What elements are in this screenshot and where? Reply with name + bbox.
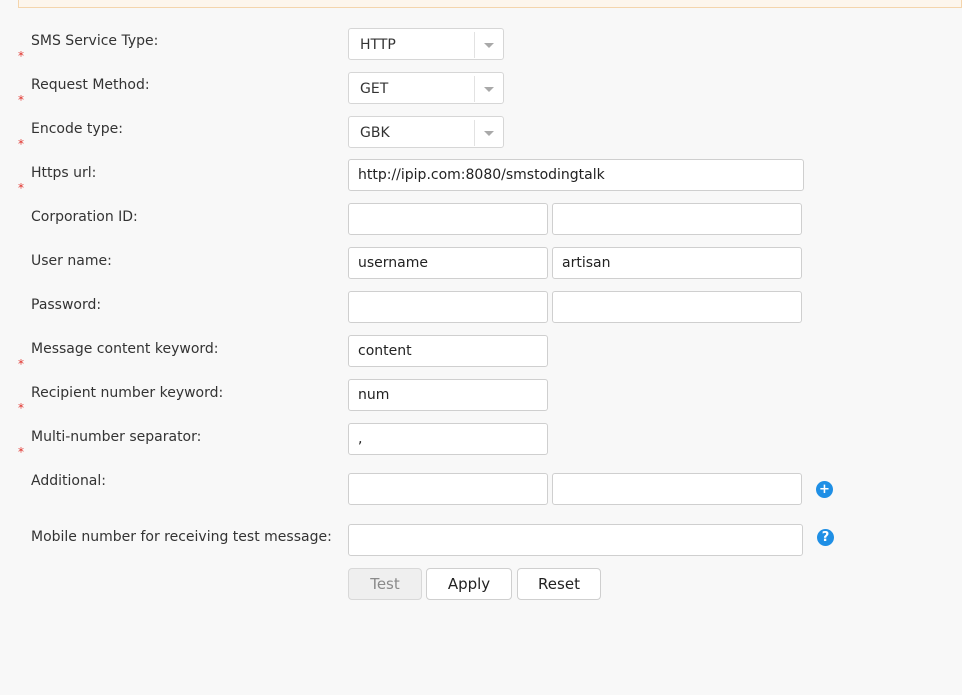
https-url-label: Https url: xyxy=(31,165,97,181)
encode-type-value: GBK xyxy=(360,125,390,141)
chevron-down-icon[interactable] xyxy=(484,43,494,48)
sms-service-type-select[interactable]: HTTP xyxy=(348,28,504,60)
required-marker: * xyxy=(18,93,24,107)
required-marker: * xyxy=(18,445,24,459)
plus-circle-icon[interactable]: + xyxy=(816,481,833,498)
recipient-keyword-input[interactable] xyxy=(348,379,548,411)
required-marker: * xyxy=(18,357,24,371)
user-name-label: User name: xyxy=(31,253,112,269)
password-label: Password: xyxy=(31,297,102,313)
corporation-id-label: Corporation ID: xyxy=(31,209,138,225)
request-method-select[interactable]: GET xyxy=(348,72,504,104)
additional-label: Additional: xyxy=(31,473,106,489)
additional-value-input[interactable] xyxy=(552,473,802,505)
password-key-input[interactable] xyxy=(348,291,548,323)
additional-key-input[interactable] xyxy=(348,473,548,505)
separator-label: Multi-number separator: xyxy=(31,429,202,445)
corporation-id-key-input[interactable] xyxy=(348,203,548,235)
test-button[interactable]: Test xyxy=(348,568,422,600)
password-value-input[interactable] xyxy=(552,291,802,323)
chevron-down-icon[interactable] xyxy=(484,131,494,136)
required-marker: * xyxy=(18,181,24,195)
required-marker: * xyxy=(18,49,24,63)
notice-banner xyxy=(18,0,962,8)
message-keyword-input[interactable] xyxy=(348,335,548,367)
corporation-id-value-input[interactable] xyxy=(552,203,802,235)
test-mobile-input[interactable] xyxy=(348,524,803,556)
encode-type-label: Encode type: xyxy=(31,121,123,137)
select-divider xyxy=(474,32,475,58)
request-method-label: Request Method: xyxy=(31,77,150,93)
user-name-key-input[interactable] xyxy=(348,247,548,279)
request-method-value: GET xyxy=(360,81,389,97)
apply-button[interactable]: Apply xyxy=(426,568,512,600)
required-marker: * xyxy=(18,401,24,415)
recipient-keyword-label: Recipient number keyword: xyxy=(31,385,224,401)
test-mobile-label: Mobile number for receiving test message… xyxy=(31,529,332,545)
reset-button[interactable]: Reset xyxy=(517,568,601,600)
question-circle-icon[interactable]: ? xyxy=(817,529,834,546)
message-keyword-label: Message content keyword: xyxy=(31,341,219,357)
user-name-value-input[interactable] xyxy=(552,247,802,279)
encode-type-select[interactable]: GBK xyxy=(348,116,504,148)
sms-service-type-label: SMS Service Type: xyxy=(31,33,159,49)
separator-input[interactable] xyxy=(348,423,548,455)
select-divider xyxy=(474,120,475,146)
https-url-input[interactable] xyxy=(348,159,804,191)
sms-service-type-value: HTTP xyxy=(360,37,396,53)
required-marker: * xyxy=(18,137,24,151)
select-divider xyxy=(474,76,475,102)
chevron-down-icon[interactable] xyxy=(484,87,494,92)
